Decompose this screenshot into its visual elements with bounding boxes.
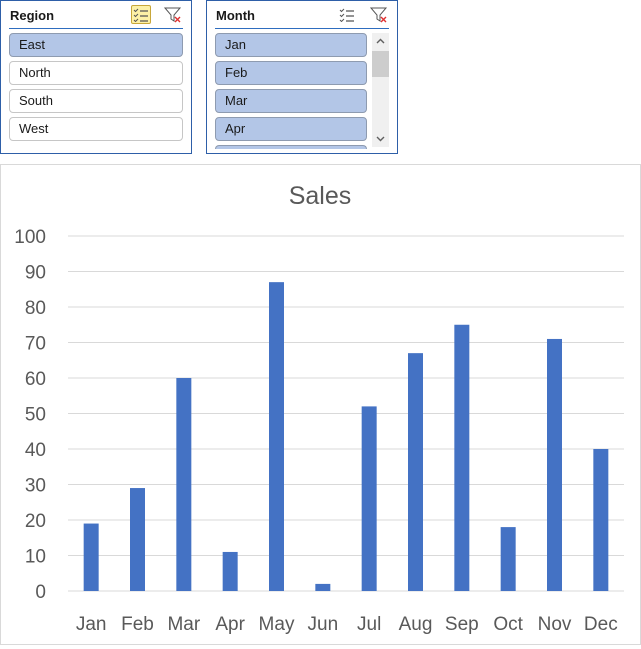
multi-select-icon[interactable] — [337, 5, 357, 24]
month-slicer-title: Month — [216, 8, 255, 23]
x-axis-labels: Jan Feb Mar Apr May Jun Jul Aug Sep Oct Nov Dec — [76, 614, 618, 635]
x-tick-label: Nov — [538, 614, 572, 635]
sales-chart-svg: Sales 0 10 20 30 40 50 60 70 80 90 100 Jan Feb Mar Ap… — [14, 182, 624, 635]
x-tick-label: Oct — [493, 614, 523, 635]
y-axis-labels: 0 10 20 30 40 50 60 70 80 90 100 — [14, 227, 46, 603]
slicer-item-partial[interactable] — [215, 145, 367, 149]
y-tick-label: 100 — [14, 227, 46, 248]
y-tick-label: 70 — [25, 334, 46, 355]
bar-apr[interactable] — [222, 551, 238, 591]
bar-nov[interactable] — [547, 338, 562, 591]
bar-sep[interactable] — [454, 324, 470, 591]
slicer-item-east[interactable]: East — [9, 33, 183, 57]
x-tick-label: Feb — [121, 614, 154, 635]
bar-dec[interactable] — [593, 449, 609, 591]
bar-jul[interactable] — [361, 406, 377, 591]
month-slicer: Month Jan Feb Mar Apr — [206, 0, 398, 154]
x-tick-label: Jan — [76, 614, 107, 635]
chart-title: Sales — [289, 182, 352, 210]
sales-chart[interactable]: Sales 0 10 20 30 40 50 60 70 80 90 100 Jan Feb Mar Ap… — [0, 164, 641, 645]
x-tick-label: Mar — [167, 614, 200, 635]
clear-filter-icon[interactable] — [163, 5, 183, 24]
bar-aug[interactable] — [408, 353, 423, 591]
x-tick-label: Sep — [445, 614, 479, 635]
slicer-item-apr[interactable]: Apr — [215, 117, 367, 141]
bar-feb[interactable] — [130, 488, 145, 591]
y-tick-label: 20 — [25, 511, 46, 532]
slicer-item-south[interactable]: South — [9, 89, 183, 113]
slicer-item-west[interactable]: West — [9, 117, 183, 141]
y-tick-label: 60 — [25, 369, 46, 390]
bars — [83, 282, 609, 591]
y-tick-label: 30 — [25, 476, 46, 497]
y-tick-label: 90 — [25, 263, 46, 284]
bar-oct[interactable] — [500, 527, 516, 591]
bar-jan[interactable] — [83, 523, 99, 591]
x-tick-label: May — [259, 614, 295, 635]
slicer-item-mar[interactable]: Mar — [215, 89, 367, 113]
multi-select-icon[interactable] — [131, 5, 151, 24]
y-tick-label: 10 — [25, 547, 46, 568]
x-tick-label: Dec — [584, 614, 618, 635]
slicer-item-jan[interactable]: Jan — [215, 33, 367, 57]
region-slicer: Region East North South West — [0, 0, 192, 154]
x-tick-label: Apr — [215, 614, 245, 635]
clear-filter-icon[interactable] — [369, 5, 389, 24]
x-tick-label: Jul — [357, 614, 381, 635]
region-slicer-title: Region — [10, 8, 55, 23]
y-tick-label: 0 — [35, 582, 46, 603]
month-slicer-header: Month — [215, 1, 389, 29]
region-slicer-header: Region — [9, 1, 183, 29]
bar-may[interactable] — [269, 282, 284, 591]
y-tick-label: 80 — [25, 298, 46, 319]
slicer-item-north[interactable]: North — [9, 61, 183, 85]
bar-jun[interactable] — [315, 583, 331, 591]
y-tick-label: 50 — [25, 405, 46, 426]
x-tick-label: Jun — [308, 614, 339, 635]
month-slicer-scrollbar[interactable] — [372, 33, 389, 147]
scroll-down-icon[interactable] — [372, 131, 389, 147]
gridlines — [68, 235, 624, 592]
slicer-item-feb[interactable]: Feb — [215, 61, 367, 85]
x-tick-label: Aug — [399, 614, 433, 635]
y-tick-label: 40 — [25, 440, 46, 461]
bar-mar[interactable] — [176, 378, 192, 591]
scrollbar-thumb[interactable] — [372, 51, 389, 77]
scroll-up-icon[interactable] — [372, 33, 389, 49]
